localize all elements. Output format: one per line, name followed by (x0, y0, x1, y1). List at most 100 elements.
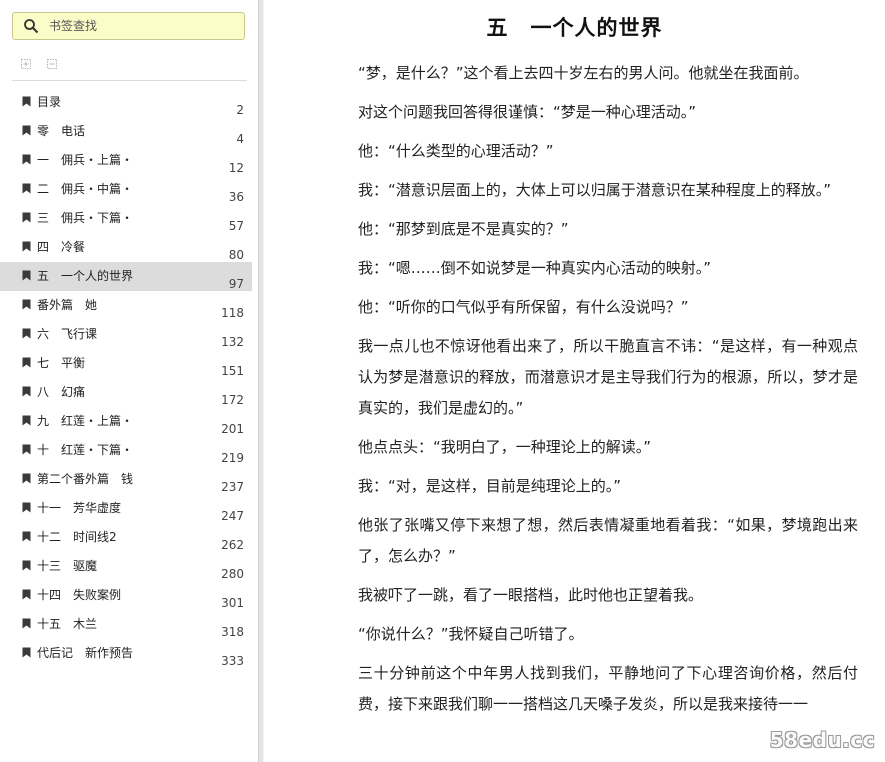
bookmark-item[interactable]: 零 电话 4 (0, 117, 252, 146)
bookmark-page-number: 12 (228, 161, 244, 175)
collapse-all-icon[interactable] (44, 56, 60, 72)
bookmark-item[interactable]: 八 幻痛 172 (0, 378, 252, 407)
reading-pane: 五 一个人的世界 “梦，是什么？”这个看上去四十岁左右的男人问。他就坐在我面前。… (264, 0, 885, 762)
bookmark-page-number: 219 (221, 451, 244, 465)
paragraph: 我：“潜意识层面上的，大体上可以归属于潜意识在某种程度上的释放。” (358, 181, 832, 199)
bookmark-item[interactable]: 十四 失败案例 301 (0, 581, 252, 610)
bookmark-label: 五 一个人的世界 (37, 269, 134, 283)
bookmark-label: 目录 (37, 95, 62, 109)
bookmark-item[interactable]: 十三 驱魔 280 (0, 552, 252, 581)
bookmark-label: 七 平衡 (37, 356, 86, 370)
bookmark-item[interactable]: 六 飞行课 132 (0, 320, 252, 349)
bookmark-item[interactable]: 一 佣兵・上篇・ 12 (0, 146, 252, 175)
paragraph: 我：“嗯……倒不如说梦是一种真实内心活动的映射。” (358, 259, 712, 277)
bookmark-icon (22, 270, 31, 281)
paragraph: 他：“那梦到底是不是真实的？” (358, 220, 569, 238)
bookmark-label: 三 佣兵・下篇・ (37, 211, 134, 225)
bookmark-icon (22, 560, 31, 571)
bookmark-page-number: 4 (236, 132, 244, 146)
bookmark-label: 零 电话 (37, 124, 86, 138)
bookmark-icon (22, 212, 31, 223)
bookmark-item[interactable]: 二 佣兵・中篇・ 36 (0, 175, 252, 204)
paragraph: “你说什么？”我怀疑自己听错了。 (358, 625, 584, 643)
bookmark-icon (22, 415, 31, 426)
watermark: 58edu.cc (769, 728, 875, 752)
paragraph: 他点点头：“我明白了，一种理论上的解读。” (358, 438, 652, 456)
bookmark-label: 一 佣兵・上篇・ (37, 153, 134, 167)
bookmark-icon (22, 357, 31, 368)
bookmark-item[interactable]: 七 平衡 151 (0, 349, 252, 378)
bookmark-icon (22, 589, 31, 600)
bookmark-icon (22, 618, 31, 629)
bookmark-page-number: 318 (221, 625, 244, 639)
bookmark-page-number: 301 (221, 596, 244, 610)
bookmark-item[interactable]: 十 红莲・下篇・ 219 (0, 436, 252, 465)
bookmark-icon (22, 473, 31, 484)
paragraph: 他张了张嘴又停下来想了想，然后表情凝重地看着我：“如果，梦境跑出来了，怎么办？” (358, 516, 858, 565)
bookmark-item[interactable]: 十一 芳华虚度 247 (0, 494, 252, 523)
bookmark-item[interactable]: 代后记 新作预告 333 (0, 639, 252, 668)
paragraph: 他：“什么类型的心理活动？” (358, 142, 554, 160)
paragraph: 我一点儿也不惊讶他看出来了，所以干脆直言不讳：“是这样，有一种观点认为梦是潜意识… (358, 337, 858, 417)
bookmark-page-number: 247 (221, 509, 244, 523)
bookmark-item[interactable]: 十五 木兰 318 (0, 610, 252, 639)
bookmark-icon (22, 241, 31, 252)
bookmark-page-number: 36 (228, 190, 244, 204)
bookmark-label: 代后记 新作预告 (37, 646, 134, 660)
bookmark-icon (22, 647, 31, 658)
bookmark-icon (22, 125, 31, 136)
bookmark-label: 二 佣兵・中篇・ (37, 182, 134, 196)
bookmark-item[interactable]: 四 冷餐 80 (0, 233, 252, 262)
bookmark-list: 目录 2 零 电话 4 一 佣兵・上篇・ 12 二 佣兵・中篇・ 36 三 佣兵・下篇・ 57 四 … (0, 88, 258, 668)
bookmark-label: 十一 芳华虚度 (37, 501, 122, 515)
bookmark-item[interactable]: 三 佣兵・下篇・ 57 (0, 204, 252, 233)
bookmark-icon (22, 183, 31, 194)
bookmark-page-number: 280 (221, 567, 244, 581)
bookmark-icon (22, 502, 31, 513)
bookmark-item[interactable]: 九 红莲・上篇・ 201 (0, 407, 252, 436)
bookmark-label: 六 飞行课 (37, 327, 98, 341)
bookmark-page-number: 201 (221, 422, 244, 436)
bookmark-label: 八 幻痛 (37, 385, 86, 399)
bookmark-label: 十四 失败案例 (37, 588, 122, 602)
bookmark-page-number: 333 (221, 654, 244, 668)
bookmark-page-number: 97 (228, 277, 244, 291)
bookmark-label: 十 红莲・下篇・ (37, 443, 134, 457)
bookmark-label: 十二 时间线2 (37, 530, 117, 544)
bookmark-icon (22, 531, 31, 542)
bookmark-sidebar: 书签查找 目录 2 零 电话 4 一 佣兵・上篇・ 12 二 佣兵・中篇・ 36 三 佣兵・下篇… (0, 0, 258, 762)
bookmark-icon (22, 154, 31, 165)
bookmark-item[interactable]: 番外篇 她 118 (0, 291, 252, 320)
bookmark-icon (22, 328, 31, 339)
bookmark-page-number: 118 (221, 306, 244, 320)
bookmark-page-number: 57 (228, 219, 244, 233)
bookmark-icon (22, 444, 31, 455)
bookmark-page-number: 262 (221, 538, 244, 552)
bookmark-page-number: 151 (221, 364, 244, 378)
paragraph: 对这个问题我回答得很谨慎：“梦是一种心理活动。” (358, 103, 697, 121)
bookmark-icon (22, 299, 31, 310)
bookmark-page-number: 132 (221, 335, 244, 349)
bookmark-label: 四 冷餐 (37, 240, 86, 254)
chapter-body: “梦，是什么？”这个看上去四十岁左右的男人问。他就坐在我面前。 对这个问题我回答得… (358, 58, 858, 728)
bookmark-item[interactable]: 十二 时间线2 262 (0, 523, 252, 552)
bookmark-search-input[interactable]: 书签查找 (12, 12, 245, 40)
paragraph: 我：“对，是这样，目前是纯理论上的。” (358, 477, 622, 495)
bookmark-page-number: 2 (236, 103, 244, 117)
bookmark-label: 十三 驱魔 (37, 559, 98, 573)
bookmark-item[interactable]: 五 一个人的世界 97 (0, 262, 252, 291)
bookmark-item[interactable]: 第二个番外篇 钱 237 (0, 465, 252, 494)
chapter-title: 五 一个人的世界 (486, 15, 663, 40)
bookmark-icon (22, 386, 31, 397)
bookmark-label: 番外篇 她 (37, 298, 98, 312)
bookmark-icon (22, 96, 31, 107)
bookmark-page-number: 237 (221, 480, 244, 494)
bookmark-item[interactable]: 目录 2 (0, 88, 252, 117)
bookmark-label: 第二个番外篇 钱 (37, 472, 134, 486)
search-placeholder: 书签查找 (49, 19, 98, 33)
toolbar-divider (12, 80, 247, 81)
bookmark-page-number: 172 (221, 393, 244, 407)
paragraph: “梦，是什么？”这个看上去四十岁左右的男人问。他就坐在我面前。 (358, 64, 809, 82)
expand-all-icon[interactable] (18, 56, 34, 72)
paragraph: 他：“听你的口气似乎有所保留，有什么没说吗？” (358, 298, 689, 316)
